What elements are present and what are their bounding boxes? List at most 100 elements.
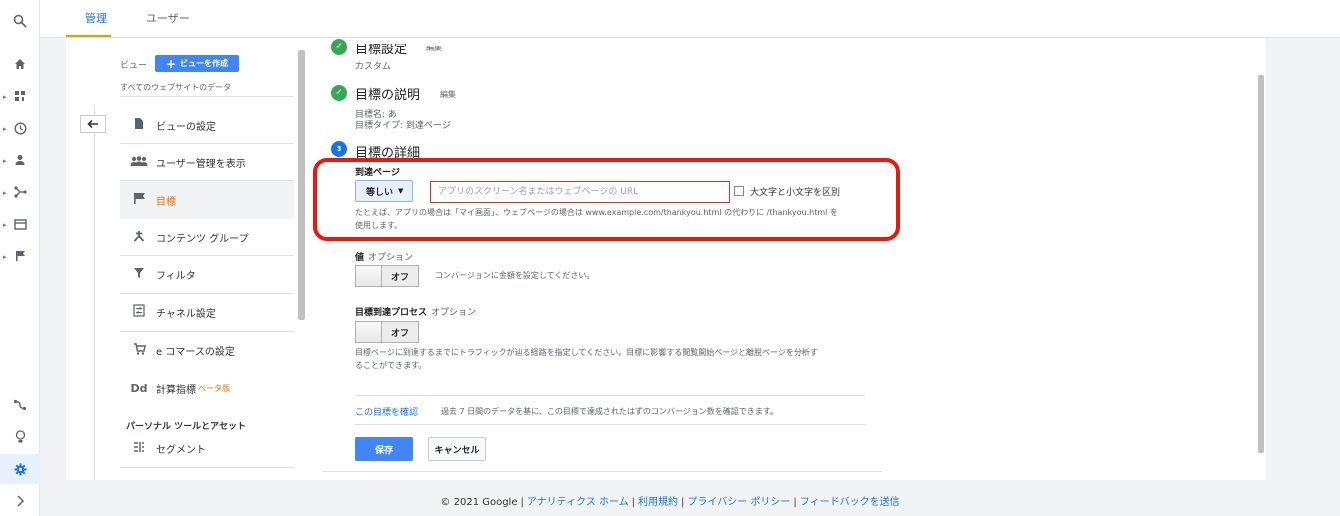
save-button[interactable]: 保存	[355, 437, 413, 461]
view-label: ビュー	[120, 61, 148, 71]
match-type-value: 等しい	[366, 187, 394, 198]
filter-icon	[130, 267, 148, 282]
nav-item-filters[interactable]: フィルタ	[120, 256, 294, 292]
create-view-label: ビューを作成	[180, 59, 229, 68]
tree-line	[94, 105, 95, 480]
case-sensitive-checkbox[interactable]	[734, 186, 744, 196]
footer-link-privacy[interactable]: プライバシー ポリシー	[687, 497, 790, 508]
value-label: 値オプション	[355, 250, 413, 263]
nav-item-label: フィルタ	[156, 270, 196, 282]
expand-caret-icon[interactable]: ▸	[3, 253, 7, 261]
lightbulb-icon[interactable]	[11, 428, 29, 446]
funnel-label: 目標到達プロセス オプション	[355, 305, 476, 318]
match-type-dropdown[interactable]: 等しい ▼	[355, 180, 413, 202]
beta-badge: ベータ版	[198, 383, 230, 393]
footer: © 2021 Google | アナリティクス ホーム | 利用規約 | プライバシー ポリ…	[440, 497, 900, 508]
nav-item-label: e コマースの設定	[156, 346, 235, 358]
nav-item-user-management[interactable]: ユーザー管理を表示	[120, 144, 294, 180]
destination-url-input[interactable]	[430, 181, 730, 203]
top-tab-bar: 管理 ユーザー	[40, 0, 1340, 38]
nav-item-label: チャネル設定	[156, 308, 216, 320]
nav-item-label: 目標	[156, 196, 176, 208]
nav-item-calculated-metrics[interactable]: Dd 計算指標 ベータ版	[120, 370, 294, 406]
nav-item-goals[interactable]: 目標	[120, 181, 294, 219]
back-arrow-icon	[87, 119, 98, 129]
caret-down-icon: ▼	[398, 187, 404, 195]
create-view-button[interactable]: + ビューを作成	[155, 55, 239, 72]
verify-goal-link[interactable]: この目標を確認	[355, 405, 418, 418]
optional-tag: オプション	[431, 308, 477, 318]
tab-user[interactable]: ユーザー	[146, 10, 190, 35]
nav-item-content-grouping[interactable]: コンテンツ グループ	[120, 219, 294, 255]
nav-item-segments[interactable]: セグメント	[120, 430, 294, 466]
copyright: © 2021 Google	[440, 497, 518, 508]
tab-admin[interactable]: 管理	[66, 10, 111, 37]
gear-icon[interactable]	[11, 460, 29, 478]
divider	[355, 395, 865, 396]
toggle-knob	[356, 266, 382, 286]
funnel-toggle[interactable]: オフ	[355, 321, 419, 343]
channel-icon	[130, 304, 148, 320]
expand-caret-icon[interactable]: ▸	[3, 221, 7, 229]
nav-item-label: 計算指標	[156, 384, 196, 396]
content-group-icon	[130, 230, 148, 245]
nav-item-channel-settings[interactable]: チャネル設定	[120, 294, 294, 330]
goal-type: 目標タイプ: 到達ページ	[355, 121, 451, 131]
step1-value: カスタム	[355, 62, 392, 72]
flag-icon[interactable]	[11, 247, 29, 265]
step-complete-icon: ✓	[331, 85, 347, 101]
expand-caret-icon[interactable]: ▸	[3, 157, 7, 165]
back-arrow-button[interactable]	[80, 115, 106, 133]
funnel-description: 目標ページに到達するまでにトラフィックが辿る経路を指定してください。目標に影響す…	[355, 348, 818, 357]
person-icon[interactable]	[11, 151, 29, 169]
step-number-badge: 3	[331, 141, 347, 157]
nav-item-label: ユーザー管理を表示	[156, 158, 246, 170]
value-label-text: 値	[355, 253, 365, 263]
nav-item-ecommerce-settings[interactable]: e コマースの設定	[120, 332, 294, 368]
toggle-knob	[356, 322, 382, 342]
step2-edit-link[interactable]: 編集	[440, 89, 456, 100]
step-complete-icon: ✓	[331, 39, 347, 55]
acquisition-icon[interactable]	[11, 183, 29, 201]
document-icon	[130, 117, 148, 133]
footer-link-feedback[interactable]: フィードバックを送信	[800, 497, 900, 508]
funnel-description-cont: ることができます。	[355, 361, 427, 370]
clock-icon[interactable]	[11, 119, 29, 137]
case-sensitive-label: 大文字と小文字を区別	[750, 188, 841, 198]
toggle-state: オフ	[382, 266, 418, 286]
expand-caret-icon[interactable]: ▸	[3, 93, 7, 101]
footer-link-terms[interactable]: 利用規約	[638, 497, 678, 508]
value-description: コンバージョンに金額を設定してください。	[435, 271, 595, 280]
divider	[120, 96, 294, 97]
segment-icon	[130, 441, 148, 456]
expand-caret-icon[interactable]: ▸	[3, 189, 7, 197]
optional-tag: オプション	[368, 253, 414, 263]
users-icon	[130, 155, 148, 169]
attribution-icon[interactable]	[11, 396, 29, 414]
divider	[355, 424, 865, 425]
destination-label: 到達ページ	[355, 168, 400, 178]
nav-item-label: ビューの設定	[156, 121, 216, 133]
expand-caret-icon[interactable]: ▸	[3, 125, 7, 133]
nav-item-view-settings[interactable]: ビューの設定	[120, 107, 294, 143]
flag-icon	[130, 192, 148, 208]
nav-item-label: セグメント	[156, 444, 206, 456]
divider	[120, 467, 294, 468]
display-icon[interactable]	[11, 215, 29, 233]
view-selector[interactable]: すべてのウェブサイトのデータ	[120, 82, 231, 93]
dd-icon: Dd	[130, 381, 148, 395]
nav-scrollbar[interactable]	[298, 50, 305, 320]
verify-description: 過去 7 日間のデータを基に、この目標で達成されたはずのコンバージョン数を確認で…	[441, 407, 778, 416]
hint-line: たとえば、アプリの場合は「マイ画面」、ウェブページの場合は www.exampl…	[355, 208, 838, 217]
search-icon[interactable]	[11, 12, 29, 30]
divider	[322, 471, 882, 472]
main-scrollbar[interactable]	[1258, 75, 1264, 453]
home-icon[interactable]	[11, 55, 29, 73]
cancel-button[interactable]: キャンセル	[428, 437, 486, 461]
destination-hint: たとえば、アプリの場合は「マイ画面」、ウェブページの場合は www.exampl…	[355, 206, 875, 232]
plus-icon: +	[165, 56, 177, 71]
toggle-state: オフ	[382, 322, 418, 342]
footer-link-analytics-home[interactable]: アナリティクス ホーム	[527, 497, 629, 508]
dashboard-icon[interactable]	[11, 87, 29, 105]
value-toggle[interactable]: オフ	[355, 265, 419, 287]
